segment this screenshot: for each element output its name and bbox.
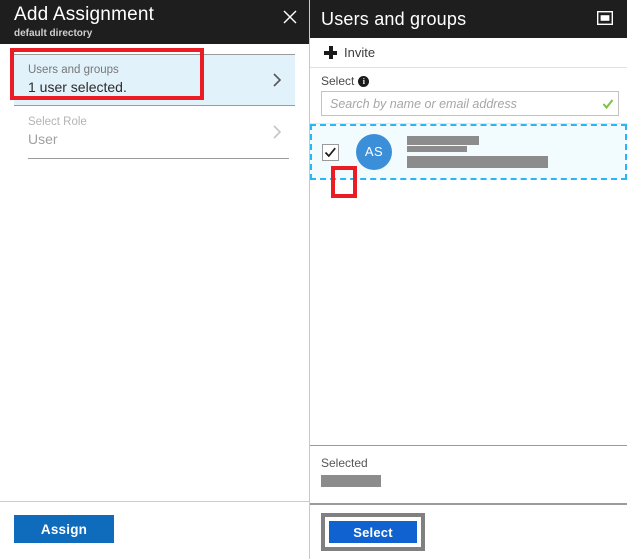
add-assignment-body: Users and groups 1 user selected. Select… xyxy=(0,44,309,501)
select-button[interactable]: Select xyxy=(329,521,417,543)
selected-section: Selected xyxy=(310,445,627,503)
users-and-groups-footer: Select xyxy=(310,503,627,559)
users-and-groups-blade: Users and groups Invite Select i xyxy=(310,0,627,559)
picker-value-users-and-groups: 1 user selected. xyxy=(28,78,269,97)
users-and-groups-header: Users and groups xyxy=(310,0,627,38)
selected-value-redacted xyxy=(321,475,381,487)
azure-add-assignment-screen: Add Assignment default directory Users a… xyxy=(0,0,627,559)
chevron-right-icon xyxy=(269,124,285,140)
assign-button[interactable]: Assign xyxy=(14,515,114,543)
user-name-redacted xyxy=(407,136,479,145)
selected-label: Selected xyxy=(321,455,627,471)
invite-button-label: Invite xyxy=(344,45,375,60)
invite-button[interactable]: Invite xyxy=(324,45,375,60)
user-name-redacted-second-line xyxy=(407,146,467,152)
page-subtitle: default directory xyxy=(14,27,309,40)
list-item[interactable]: AS xyxy=(310,124,627,180)
divider xyxy=(28,158,289,159)
blade-toolbar: Invite xyxy=(310,38,627,68)
page-title: Add Assignment xyxy=(14,4,309,26)
green-check-icon xyxy=(602,98,614,110)
select-search-area: Select i xyxy=(310,68,627,116)
select-button-focus-ring: Select xyxy=(321,513,425,551)
avatar: AS xyxy=(356,134,392,170)
maximize-icon[interactable] xyxy=(597,11,613,25)
blade-title: Users and groups xyxy=(321,9,466,30)
search-input[interactable] xyxy=(322,91,602,116)
picker-row-users-and-groups[interactable]: Users and groups 1 user selected. xyxy=(14,54,295,106)
picker-label-users-and-groups: Users and groups xyxy=(28,63,269,78)
add-assignment-footer: Assign xyxy=(0,501,309,559)
add-assignment-header: Add Assignment default directory xyxy=(0,0,309,44)
picker-row-text: Users and groups 1 user selected. xyxy=(28,63,269,97)
search-results-list: AS xyxy=(310,123,627,445)
search-box[interactable] xyxy=(321,91,619,116)
user-identity-text xyxy=(407,136,548,168)
picker-label-select-role: Select Role xyxy=(28,115,269,130)
user-checkbox[interactable] xyxy=(322,144,339,161)
user-email-redacted xyxy=(407,156,548,168)
close-icon[interactable] xyxy=(279,6,301,28)
picker-value-select-role: User xyxy=(28,130,269,149)
select-field-label: Select xyxy=(321,74,354,88)
picker-row-text: Select Role User xyxy=(28,115,269,149)
info-icon[interactable]: i xyxy=(358,76,369,87)
picker-row-select-role[interactable]: Select Role User xyxy=(14,106,295,158)
select-label-row: Select i xyxy=(321,74,619,88)
add-assignment-blade: Add Assignment default directory Users a… xyxy=(0,0,310,559)
chevron-right-icon xyxy=(269,72,285,88)
plus-icon xyxy=(324,46,337,59)
